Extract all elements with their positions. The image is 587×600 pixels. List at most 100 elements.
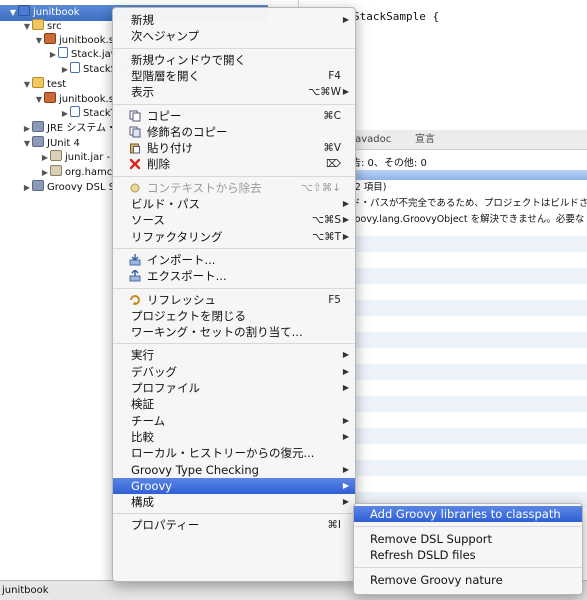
menu-item-m33[interactable]: 構成 ▶: [113, 494, 355, 510]
menu-item-label: ワーキング・セットの割り当て...: [131, 325, 303, 340]
menu-item-groovy-type-checking[interactable]: Groovy Type Checking ▶: [113, 462, 355, 478]
menu-item-label: チーム: [131, 413, 166, 428]
menu-item-m24[interactable]: 実行 ▶: [113, 347, 355, 363]
tree-item-label: junit.jar - /: [65, 152, 117, 163]
problem-row[interactable]: ド・パスが不完全であるため、プロジェクトはビルドさ: [351, 196, 587, 212]
submenu-item-remove-dsl-support[interactable]: Remove DSL Support: [354, 531, 582, 547]
menu-item-label: 次へジャンプ: [131, 29, 200, 44]
menu-item-m10[interactable]: 削除 ⌦: [113, 156, 355, 172]
copy-qualified-icon: [129, 126, 141, 138]
menu-item-label: 貼り付け: [147, 141, 193, 156]
menu-item-m21[interactable]: プロジェクトを閉じる: [113, 308, 355, 324]
collapsed-arrow-icon[interactable]: ▶: [48, 47, 58, 63]
menu-item-m4[interactable]: 型階層を開く F4: [113, 68, 355, 84]
import-icon: [129, 253, 141, 266]
problem-row[interactable]: roovy.lang.GroovyObject を解決できません。必要な .: [351, 212, 587, 228]
menu-item-label: プロパティー: [131, 518, 200, 533]
submenu-arrow-icon: ▶: [342, 215, 349, 225]
submenu-item-add-groovy-libraries-to-classpath[interactable]: Add Groovy libraries to classpath: [354, 506, 582, 522]
menu-item-m12: コンテキストから除去 ⌥⇧⌘↓: [113, 180, 355, 196]
tree-item[interactable]: ▶ org.hamcre: [0, 165, 122, 181]
submenu-arrow-icon: ▶: [342, 350, 349, 360]
menu-separator: [354, 526, 582, 527]
submenu-arrow-icon: ▶: [342, 15, 349, 24]
submenu-item-label: Remove DSL Support: [370, 532, 493, 546]
menu-item-m25[interactable]: デバッグ ▶: [113, 364, 355, 380]
menu-item-m35[interactable]: プロパティー ⌘I: [113, 517, 355, 533]
submenu-item-refresh-dsld-files[interactable]: Refresh DSLD files: [354, 547, 582, 563]
tree-item-label: Stack.jav: [71, 49, 117, 60]
delete-icon: [129, 158, 141, 170]
menu-item-label: ソース: [131, 213, 165, 228]
menu-item-m20[interactable]: リフレッシュ F5: [113, 292, 355, 308]
menu-item-m3[interactable]: 新規ウィンドウで開く: [113, 52, 355, 68]
menu-item-m5[interactable]: 表示 ⌥⌘W ▶: [113, 84, 355, 100]
menu-item-m7[interactable]: コピー ⌘C: [113, 108, 355, 124]
menu-item-m8[interactable]: 修飾名のコピー: [113, 124, 355, 140]
tree-item[interactable]: ▶ StackTe: [0, 106, 121, 122]
collapsed-arrow-icon[interactable]: ▶: [22, 180, 32, 196]
collapsed-arrow-icon[interactable]: ▶: [60, 62, 70, 78]
export-icon: [129, 269, 141, 282]
menu-item-m30[interactable]: ローカル・ヒストリーからの復元...: [113, 445, 355, 461]
tree-item[interactable]: ▶ junit.jar - /: [0, 150, 117, 166]
package-icon: [44, 33, 56, 44]
package-icon: [44, 92, 56, 103]
menu-item-label: リフレッシュ: [147, 292, 216, 307]
tree-item-label: JRE システム・: [47, 123, 117, 134]
menu-item-label: リファクタリング: [131, 229, 223, 244]
expanded-arrow-icon[interactable]: ▼: [22, 77, 32, 93]
collapsed-arrow-icon[interactable]: ▶: [60, 106, 70, 122]
problem-row[interactable]: (2 項目): [351, 180, 386, 196]
shortcut-label: ⌥⇧⌘↓: [300, 181, 341, 194]
tree-item[interactable]: ▶ Stack.jav: [0, 47, 117, 63]
collapsed-arrow-icon[interactable]: ▶: [40, 165, 50, 181]
submenu-arrow-icon: ▶: [342, 231, 349, 241]
tree-item[interactable]: ▶ JRE システム・: [0, 121, 116, 137]
menu-item-label: 比較: [131, 429, 154, 444]
menu-item-label: 新規: [131, 13, 154, 27]
library-icon: [32, 121, 44, 132]
menu-item-label: コピー: [147, 108, 182, 123]
menu-item-label: ローカル・ヒストリーからの復元...: [131, 446, 315, 461]
menu-item-m14[interactable]: ソース ⌥⌘S ▶: [113, 212, 355, 228]
jar-icon: [50, 150, 62, 161]
menu-item-m29[interactable]: 比較 ▶: [113, 429, 355, 445]
tree-item-label: junitbook.s: [59, 35, 114, 46]
submenu-arrow-icon: ▶: [342, 431, 349, 441]
menu-item-m1[interactable]: 次へジャンプ: [113, 28, 355, 44]
submenu-item-remove-groovy-nature[interactable]: Remove Groovy nature: [354, 572, 582, 588]
menu-item-m13[interactable]: ビルド・パス ▶: [113, 196, 355, 212]
shortcut-label: ⌥⌘T: [311, 230, 341, 243]
menu-item-m9[interactable]: 貼り付け ⌘V: [113, 140, 355, 156]
menu-item-m28[interactable]: チーム ▶: [113, 413, 355, 429]
tree-item[interactable]: ▶ Groovy DSL Su: [0, 180, 121, 196]
collapsed-arrow-icon[interactable]: ▶: [40, 150, 50, 166]
menu-separator: [113, 343, 355, 345]
tree-item[interactable]: ▼ test: [0, 77, 66, 93]
source-folder-icon: [32, 19, 44, 30]
menu-item-label: 構成: [131, 495, 154, 510]
tree-item-label: junitbook.s: [59, 94, 114, 105]
collapsed-arrow-icon[interactable]: ▶: [22, 121, 32, 137]
tree-item-label: test: [47, 79, 67, 90]
menu-item-m15[interactable]: リファクタリング ⌥⌘T ▶: [113, 229, 355, 245]
menu-item-m18[interactable]: エクスポート...: [113, 268, 355, 284]
paste-icon: [129, 142, 141, 154]
menu-item-m27[interactable]: 検証: [113, 396, 355, 412]
menu-item-groovy[interactable]: Groovy ▶: [113, 477, 355, 494]
menu-item-m22[interactable]: ワーキング・セットの割り当て...: [113, 324, 355, 340]
tab-declaration[interactable]: 宣言: [415, 130, 435, 150]
menu-item-m0[interactable]: 新規 ▶: [113, 12, 355, 28]
submenu-item-label: Refresh DSLD files: [370, 548, 476, 562]
menu-item-label: 削除: [147, 157, 170, 172]
shortcut-label: F5: [328, 293, 341, 306]
menu-separator: [113, 103, 355, 105]
tree-item[interactable]: ▶ StackSar: [0, 62, 127, 78]
menu-item-m26[interactable]: プロファイル ▶: [113, 380, 355, 396]
menu-item-label: 型階層を開く: [131, 68, 200, 83]
menu-item-label: エクスポート...: [147, 269, 227, 284]
menu-item-m17[interactable]: インポート...: [113, 252, 355, 268]
menu-item-label: 実行: [131, 348, 154, 363]
copy-icon: [129, 110, 141, 122]
